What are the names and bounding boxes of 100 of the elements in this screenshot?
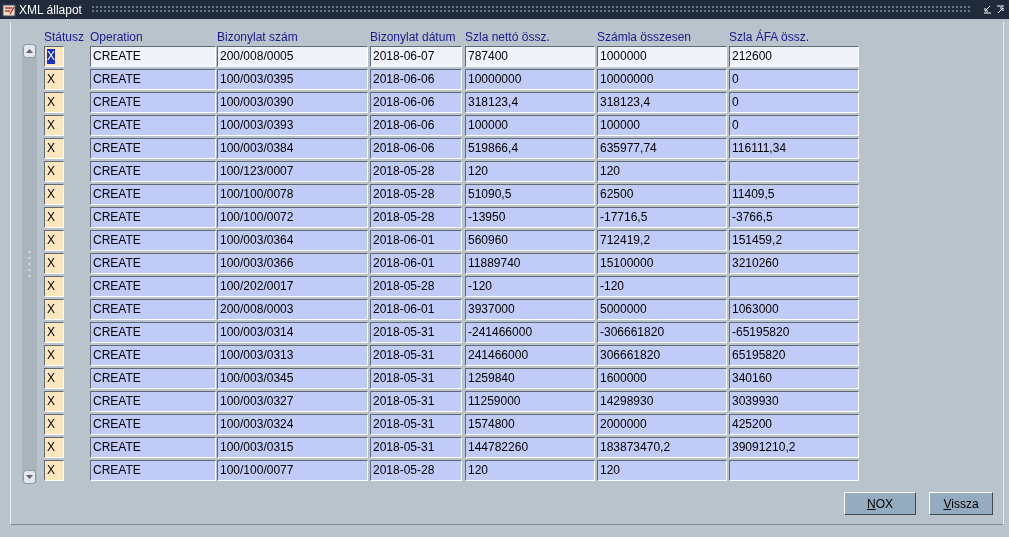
table-cell[interactable]: 100/100/0072 — [217, 207, 368, 228]
table-cell[interactable]: 2018-06-07 — [370, 46, 462, 67]
table-cell[interactable]: 100000 — [597, 115, 727, 136]
table-cell[interactable]: -120 — [597, 276, 727, 297]
table-cell[interactable]: 0 — [729, 92, 859, 113]
scrollbar[interactable] — [22, 44, 37, 484]
table-cell[interactable]: 100/123/0007 — [217, 161, 368, 182]
status-field[interactable]: X — [44, 46, 64, 67]
table-cell[interactable]: CREATE — [90, 115, 216, 136]
table-cell[interactable]: 65195820 — [729, 345, 859, 366]
table-cell[interactable]: 11409,5 — [729, 184, 859, 205]
table-cell[interactable]: 2018-05-31 — [370, 345, 462, 366]
table-cell[interactable]: 100/003/0327 — [217, 391, 368, 412]
status-field[interactable]: X — [44, 414, 64, 435]
table-cell[interactable]: 2018-06-01 — [370, 230, 462, 251]
table-cell[interactable]: CREATE — [90, 414, 216, 435]
table-cell[interactable] — [729, 460, 859, 481]
table-cell[interactable]: 10000000 — [597, 69, 727, 90]
table-cell[interactable]: CREATE — [90, 299, 216, 320]
table-cell[interactable]: 200/008/0005 — [217, 46, 368, 67]
table-cell[interactable]: 1259840 — [465, 368, 595, 389]
status-field[interactable]: X — [44, 92, 64, 113]
table-cell[interactable]: 3210260 — [729, 253, 859, 274]
table-cell[interactable]: 340160 — [729, 368, 859, 389]
table-cell[interactable]: -65195820 — [729, 322, 859, 343]
table-cell[interactable]: 100/003/0345 — [217, 368, 368, 389]
table-cell[interactable]: 144782260 — [465, 437, 595, 458]
table-cell[interactable]: 100/003/0384 — [217, 138, 368, 159]
table-cell[interactable]: CREATE — [90, 207, 216, 228]
table-cell[interactable]: 306661820 — [597, 345, 727, 366]
table-cell[interactable]: 62500 — [597, 184, 727, 205]
table-cell[interactable]: 183873470,2 — [597, 437, 727, 458]
maximize-icon[interactable] — [996, 5, 1005, 14]
table-cell[interactable]: 39091210,2 — [729, 437, 859, 458]
table-cell[interactable]: 5000000 — [597, 299, 727, 320]
scroll-up-icon[interactable] — [23, 44, 36, 58]
table-cell[interactable]: 2018-06-06 — [370, 92, 462, 113]
table-cell[interactable]: 2018-05-28 — [370, 207, 462, 228]
table-cell[interactable] — [729, 161, 859, 182]
table-cell[interactable]: 15100000 — [597, 253, 727, 274]
table-cell[interactable]: 100/003/0315 — [217, 437, 368, 458]
table-cell[interactable]: 2018-05-31 — [370, 414, 462, 435]
table-cell[interactable]: 11889740 — [465, 253, 595, 274]
table-cell[interactable]: CREATE — [90, 322, 216, 343]
table-cell[interactable]: 2018-06-06 — [370, 69, 462, 90]
table-cell[interactable]: CREATE — [90, 460, 216, 481]
button[interactable]: Vissza — [929, 492, 993, 515]
table-cell[interactable]: -120 — [465, 276, 595, 297]
table-cell[interactable]: 200/008/0003 — [217, 299, 368, 320]
table-cell[interactable]: -306661820 — [597, 322, 727, 343]
table-cell[interactable]: 2018-06-06 — [370, 138, 462, 159]
minimize-icon[interactable] — [983, 5, 992, 14]
table-cell[interactable]: 100/003/0314 — [217, 322, 368, 343]
table-cell[interactable]: 10000000 — [465, 69, 595, 90]
status-field[interactable]: X — [44, 391, 64, 412]
table-cell[interactable]: CREATE — [90, 138, 216, 159]
table-cell[interactable]: CREATE — [90, 230, 216, 251]
table-cell[interactable]: CREATE — [90, 437, 216, 458]
table-cell[interactable]: 100/100/0078 — [217, 184, 368, 205]
table-cell[interactable]: 2018-05-28 — [370, 276, 462, 297]
status-field[interactable]: X — [44, 207, 64, 228]
table-cell[interactable]: CREATE — [90, 391, 216, 412]
table-cell[interactable]: 712419,2 — [597, 230, 727, 251]
button[interactable]: NOX — [844, 492, 916, 515]
table-cell[interactable]: 2000000 — [597, 414, 727, 435]
table-cell[interactable]: 2018-05-31 — [370, 437, 462, 458]
table-cell[interactable]: 100/202/0017 — [217, 276, 368, 297]
table-cell[interactable]: 212600 — [729, 46, 859, 67]
scroll-down-icon[interactable] — [23, 470, 36, 484]
table-cell[interactable]: 0 — [729, 69, 859, 90]
table-cell[interactable]: 100/003/0393 — [217, 115, 368, 136]
status-field[interactable]: X — [44, 253, 64, 274]
status-field[interactable]: X — [44, 276, 64, 297]
table-cell[interactable]: 519866,4 — [465, 138, 595, 159]
table-cell[interactable]: 120 — [597, 161, 727, 182]
table-cell[interactable]: 1600000 — [597, 368, 727, 389]
table-cell[interactable]: CREATE — [90, 92, 216, 113]
table-cell[interactable]: CREATE — [90, 276, 216, 297]
status-field[interactable]: X — [44, 299, 64, 320]
status-field[interactable]: X — [44, 161, 64, 182]
status-field[interactable]: X — [44, 184, 64, 205]
status-field[interactable]: X — [44, 345, 64, 366]
table-cell[interactable]: 241466000 — [465, 345, 595, 366]
table-cell[interactable]: 120 — [465, 161, 595, 182]
table-cell[interactable]: 100/003/0366 — [217, 253, 368, 274]
table-cell[interactable]: 425200 — [729, 414, 859, 435]
table-cell[interactable]: 2018-06-01 — [370, 253, 462, 274]
table-cell[interactable]: 2018-05-28 — [370, 184, 462, 205]
table-cell[interactable]: 2018-05-28 — [370, 460, 462, 481]
table-cell[interactable]: CREATE — [90, 184, 216, 205]
table-cell[interactable]: -241466000 — [465, 322, 595, 343]
table-cell[interactable]: 2018-06-01 — [370, 299, 462, 320]
table-cell[interactable]: 2018-06-06 — [370, 115, 462, 136]
table-cell[interactable]: 100/003/0390 — [217, 92, 368, 113]
table-cell[interactable]: 100000 — [465, 115, 595, 136]
status-field[interactable]: X — [44, 460, 64, 481]
table-cell[interactable]: 100/003/0364 — [217, 230, 368, 251]
table-cell[interactable]: 2018-05-31 — [370, 368, 462, 389]
status-field[interactable]: X — [44, 138, 64, 159]
table-cell[interactable]: CREATE — [90, 161, 216, 182]
